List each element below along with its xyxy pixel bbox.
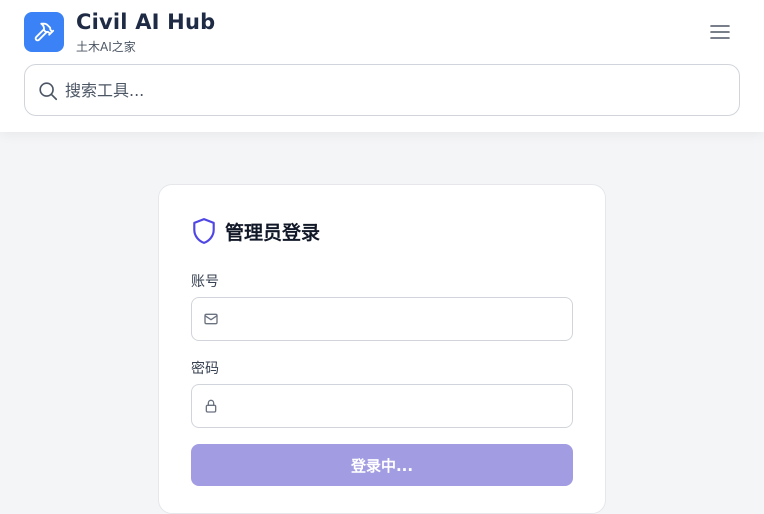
password-field — [191, 384, 573, 428]
password-label: 密码 — [191, 361, 219, 377]
password-input[interactable] — [232, 386, 562, 426]
lock-icon — [205, 399, 217, 413]
hamburger-menu-icon — [710, 25, 730, 39]
app-subtitle: 土木AI之家 — [76, 40, 136, 54]
login-button[interactable]: 登录中... — [191, 444, 573, 486]
shield-icon — [193, 218, 215, 244]
account-input[interactable] — [232, 299, 562, 339]
mail-icon — [204, 313, 218, 325]
account-label: 账号 — [191, 274, 219, 290]
search-bar — [24, 64, 740, 116]
search-input[interactable] — [65, 66, 725, 114]
hammer-icon — [34, 22, 55, 42]
account-field — [191, 297, 573, 341]
menu-button[interactable] — [704, 20, 736, 44]
app-logo[interactable] — [24, 12, 64, 52]
card-header: 管理员登录 — [191, 215, 320, 247]
app-title: Civil AI Hub — [76, 10, 216, 34]
top-header: Civil AI Hub 土木AI之家 — [0, 0, 764, 132]
search-icon — [39, 82, 58, 101]
card-title: 管理员登录 — [225, 221, 321, 244]
admin-login-card: 管理员登录 账号 密码 登录中... — [158, 184, 606, 514]
